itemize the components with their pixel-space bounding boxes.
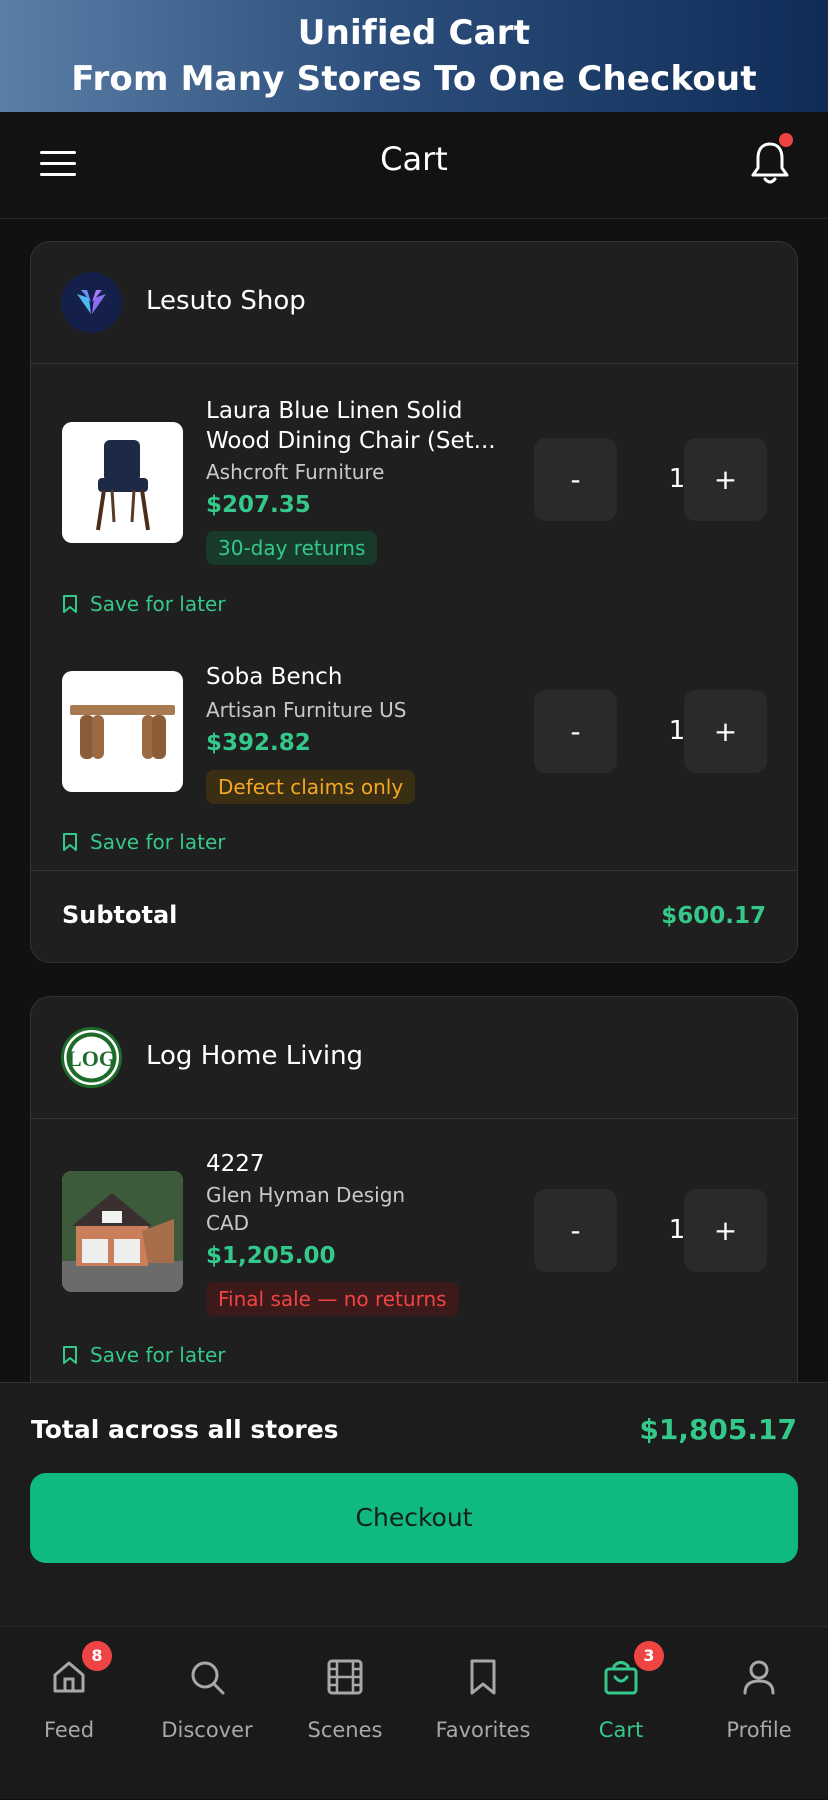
save-for-later-label: Save for later: [90, 1343, 226, 1367]
product-price: $207.35: [206, 492, 311, 518]
tab-label: Discover: [161, 1718, 253, 1742]
quantity-decrement-button[interactable]: -: [534, 690, 617, 773]
product-title[interactable]: 4227: [206, 1149, 506, 1179]
tab-label: Profile: [726, 1718, 792, 1742]
save-for-later-label: Save for later: [90, 830, 226, 854]
total-label: Total across all stores: [31, 1415, 339, 1444]
product-title[interactable]: Soba Bench: [206, 662, 506, 692]
cart-item: 4227 Glen Hyman Design CAD $1,205.00 Fin…: [31, 1119, 797, 1379]
film-icon: [327, 1659, 363, 1695]
bookmark-icon: [470, 1659, 496, 1695]
top-app-bar: Cart: [0, 112, 828, 219]
tab-label: Favorites: [435, 1718, 531, 1742]
product-seller: Glen Hyman Design: [206, 1183, 406, 1207]
save-for-later-link[interactable]: Save for later: [62, 592, 226, 616]
store-name[interactable]: Log Home Living: [146, 1041, 363, 1071]
bookmark-icon: [63, 1346, 77, 1364]
store-card-log-home-living: LOG Log Home Living 4227 Glen Hyman Desi…: [30, 996, 798, 1416]
subtotal-label: Subtotal: [62, 901, 178, 929]
tab-label: Scenes: [307, 1718, 383, 1742]
checkout-panel: Total across all stores $1,805.17 Checko…: [0, 1382, 828, 1626]
total-value: $1,805.17: [639, 1413, 797, 1446]
store-logo: [61, 272, 122, 333]
quantity-decrement-button[interactable]: -: [534, 1189, 617, 1272]
banner-subtitle: From Many Stores To One Checkout: [71, 59, 757, 99]
quantity-increment-button[interactable]: +: [684, 690, 767, 773]
product-thumbnail[interactable]: [62, 1171, 183, 1292]
save-for-later-link[interactable]: Save for later: [62, 1343, 226, 1367]
notification-badge: 3: [634, 1641, 664, 1671]
tab-discover[interactable]: Discover: [138, 1627, 276, 1800]
store-header: LOG Log Home Living: [31, 997, 797, 1119]
subtotal-value: $600.17: [661, 903, 766, 929]
tab-favorites[interactable]: Favorites: [414, 1627, 552, 1800]
store-header: Lesuto Shop: [31, 242, 797, 364]
notification-dot: [779, 133, 793, 147]
product-thumbnail[interactable]: [62, 671, 183, 792]
product-title[interactable]: Laura Blue Linen Solid Wood Dining Chair…: [206, 396, 506, 456]
bookmark-icon: [63, 595, 77, 613]
store-subtotal: Subtotal $600.17: [31, 870, 797, 963]
store-card-lesuto: Lesuto Shop Laura Blue Linen Solid Wood …: [30, 241, 798, 963]
tab-label: Cart: [598, 1718, 644, 1742]
product-seller: Ashcroft Furniture: [206, 460, 385, 484]
save-for-later-link[interactable]: Save for later: [62, 830, 226, 854]
promo-banner: Unified Cart From Many Stores To One Che…: [0, 0, 828, 112]
product-price: $1,205.00: [206, 1243, 336, 1269]
return-policy-badge: Defect claims only: [206, 770, 416, 804]
product-thumbnail[interactable]: [62, 422, 183, 543]
tab-profile[interactable]: Profile: [690, 1627, 828, 1800]
tab-label: Feed: [43, 1718, 95, 1742]
product-format: CAD: [206, 1211, 250, 1235]
store-logo: LOG: [61, 1027, 122, 1088]
quantity-increment-button[interactable]: +: [684, 438, 767, 521]
quantity-increment-button[interactable]: +: [684, 1189, 767, 1272]
cart-item: Laura Blue Linen Solid Wood Dining Chair…: [31, 364, 797, 616]
page-title: Cart: [380, 140, 448, 178]
return-policy-badge: 30-day returns: [206, 531, 378, 565]
banner-title: Unified Cart: [297, 13, 531, 53]
save-for-later-label: Save for later: [90, 592, 226, 616]
user-icon: [743, 1660, 775, 1695]
return-policy-badge: Final sale — no returns: [206, 1282, 459, 1316]
tab-feed[interactable]: 8 Feed: [0, 1627, 138, 1800]
search-icon: [191, 1661, 225, 1695]
tab-cart[interactable]: 3 Cart: [552, 1627, 690, 1800]
notification-badge: 8: [82, 1641, 112, 1671]
bookmark-icon: [63, 833, 77, 851]
product-seller: Artisan Furniture US: [206, 698, 407, 722]
quantity-decrement-button[interactable]: -: [534, 438, 617, 521]
cart-item: Soba Bench Artisan Furniture US $392.82 …: [31, 634, 797, 864]
store-name[interactable]: Lesuto Shop: [146, 286, 306, 316]
product-price: $392.82: [206, 730, 311, 756]
store-logo-text: LOG: [67, 1046, 116, 1071]
bottom-tab-bar: 8 Feed Discover Scenes Favorites 3 Cart …: [0, 1626, 828, 1799]
tab-scenes[interactable]: Scenes: [276, 1627, 414, 1800]
checkout-button[interactable]: Checkout: [30, 1473, 798, 1563]
